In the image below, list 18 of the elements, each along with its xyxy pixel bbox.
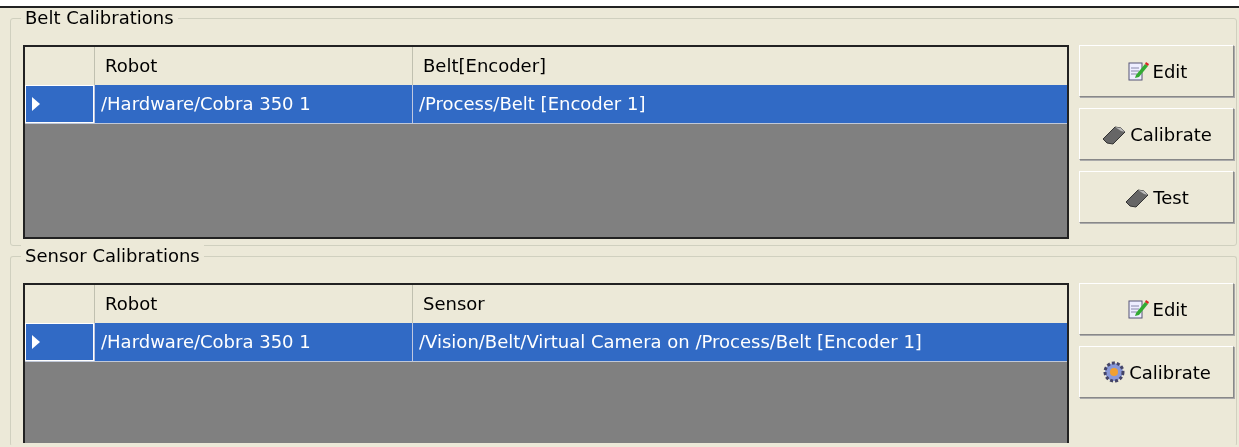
table-cell: /Hardware/Cobra 350 1 (94, 323, 412, 361)
edit-icon (1125, 297, 1150, 321)
row-pointer-icon (32, 97, 40, 111)
grid-row[interactable]: /Hardware/Cobra 350 1 /Vision/Belt/Virtual Camera on /Process/Belt [Encoder 1] (25, 323, 1067, 362)
action-button[interactable]: Calibrate (1079, 346, 1234, 398)
table-cell: /Process/Belt [Encoder 1] (412, 85, 1067, 123)
action-button[interactable]: Edit (1079, 45, 1234, 97)
table-cell: /Hardware/Cobra 350 1 (94, 85, 412, 123)
action-button[interactable]: Edit (1079, 283, 1234, 335)
gear-icon (1102, 360, 1127, 384)
grid-row[interactable]: /Hardware/Cobra 350 1 /Process/Belt [Encoder 1] (25, 85, 1067, 124)
tool-icon (1101, 123, 1128, 145)
action-button[interactable]: Test (1079, 171, 1234, 223)
tool-icon (1124, 186, 1151, 208)
row-pointer-icon (32, 335, 40, 349)
table-cell: /Vision/Belt/Virtual Camera on /Process/Belt [Encoder 1] (412, 323, 1067, 361)
action-button[interactable]: Calibrate (1079, 108, 1234, 160)
edit-icon (1125, 59, 1150, 83)
